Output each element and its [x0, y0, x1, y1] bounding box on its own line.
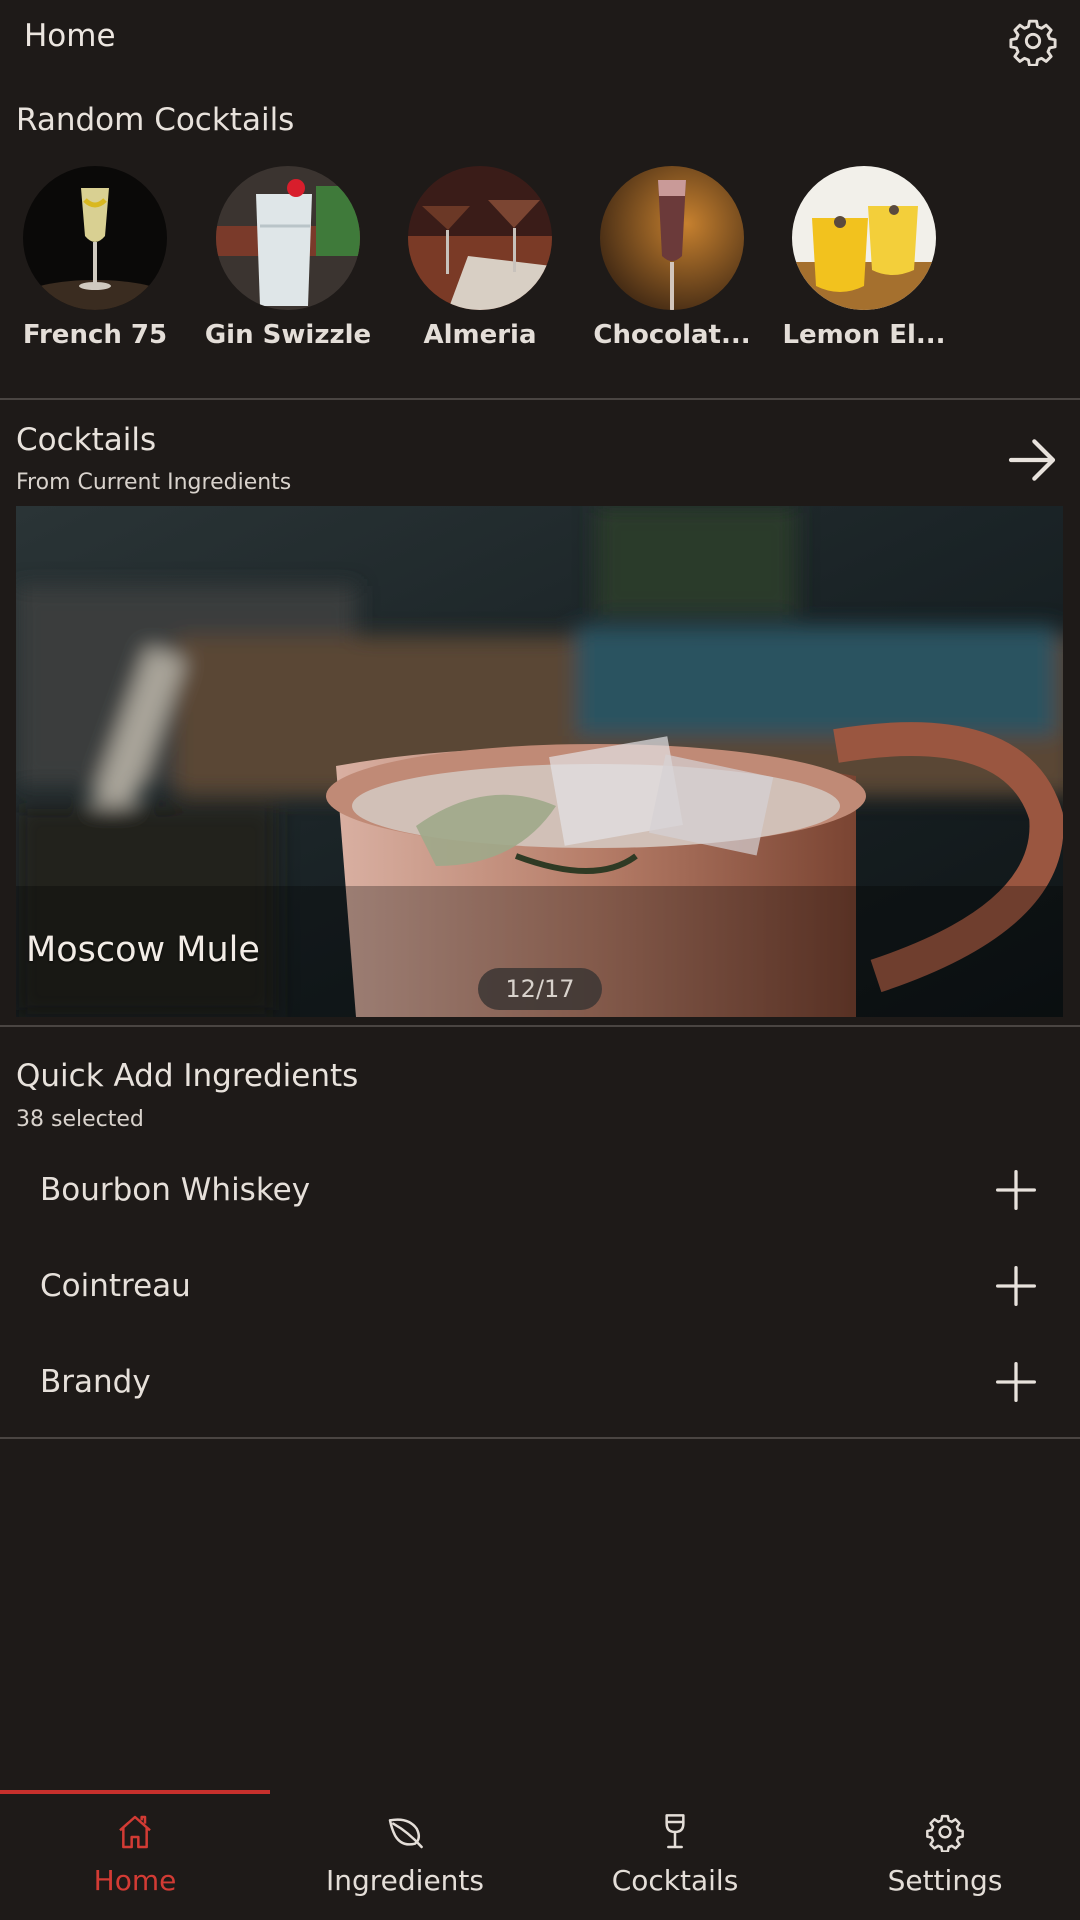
nav-item-ingredients[interactable]: Ingredients [270, 1790, 540, 1920]
cocktail-card-gin-swizzle[interactable]: Gin Swizzle [202, 166, 374, 350]
nav-item-settings[interactable]: Settings [810, 1790, 1080, 1920]
cocktail-thumbnail [600, 166, 744, 310]
cocktail-name: Gin Swizzle [204, 320, 372, 350]
cocktail-name: Almeria [423, 320, 537, 350]
ingredient-row[interactable]: Brandy [0, 1336, 1080, 1432]
featured-cocktail-carousel[interactable]: Moscow Mule 12/17 [16, 506, 1063, 1017]
cocktails-subtitle: From Current Ingredients [16, 470, 292, 495]
cocktail-glass-icon [665, 1814, 685, 1849]
cocktail-thumbnail [216, 166, 360, 310]
cocktail-card-french-75[interactable]: French 75 [9, 166, 181, 350]
arrow-right-icon[interactable] [1004, 432, 1060, 488]
plus-icon[interactable] [994, 1360, 1038, 1404]
divider [0, 398, 1080, 400]
active-tab-indicator [0, 1790, 270, 1794]
nav-label: Settings [887, 1864, 1003, 1897]
home-icon [119, 1815, 151, 1849]
cocktail-thumbnail [408, 166, 552, 310]
quick-add-subtitle: 38 selected [16, 1107, 144, 1132]
random-cocktails-list: French 75 Gin Swizzle Almeria Chocolat..… [0, 166, 1080, 366]
ingredient-row[interactable]: Bourbon Whiskey [0, 1144, 1080, 1240]
nav-label: Cocktails [611, 1864, 739, 1897]
nav-item-home[interactable]: Home [0, 1790, 270, 1920]
plus-icon[interactable] [994, 1264, 1038, 1308]
ingredient-label: Cointreau [40, 1268, 191, 1304]
cocktail-thumbnail [23, 166, 167, 310]
cocktail-card-chocolate[interactable]: Chocolat... [586, 166, 758, 350]
divider [0, 1025, 1080, 1027]
cocktail-card-lemon[interactable]: Lemon El... [778, 166, 950, 350]
cocktail-name: Lemon El... [782, 320, 946, 350]
ingredient-label: Brandy [40, 1364, 151, 1400]
nav-label: Ingredients [326, 1864, 484, 1897]
cocktail-name: French 75 [22, 320, 168, 350]
quick-add-title: Quick Add Ingredients [16, 1058, 359, 1094]
cocktails-title: Cocktails [16, 422, 157, 458]
gear-icon[interactable] [1008, 16, 1058, 66]
divider [0, 1437, 1080, 1439]
cocktail-name: Chocolat... [593, 320, 751, 350]
ingredient-label: Bourbon Whiskey [40, 1172, 311, 1208]
page-title: Home [24, 18, 116, 54]
nav-label: Home [93, 1864, 177, 1897]
leaf-icon [388, 1818, 423, 1849]
top-app-bar: Home [0, 0, 1080, 82]
cocktail-thumbnail [792, 166, 936, 310]
gear-icon [926, 1814, 964, 1852]
cocktail-card-almeria[interactable]: Almeria [394, 166, 566, 350]
featured-cocktail-name: Moscow Mule [26, 930, 260, 970]
random-cocktails-title: Random Cocktails [16, 102, 295, 138]
ingredient-row[interactable]: Cointreau [0, 1240, 1080, 1336]
plus-icon[interactable] [994, 1168, 1038, 1212]
carousel-page-counter: 12/17 [478, 968, 602, 1010]
bottom-navigation: Home Ingredients Cocktails Settings [0, 1790, 1080, 1920]
nav-item-cocktails[interactable]: Cocktails [540, 1790, 810, 1920]
